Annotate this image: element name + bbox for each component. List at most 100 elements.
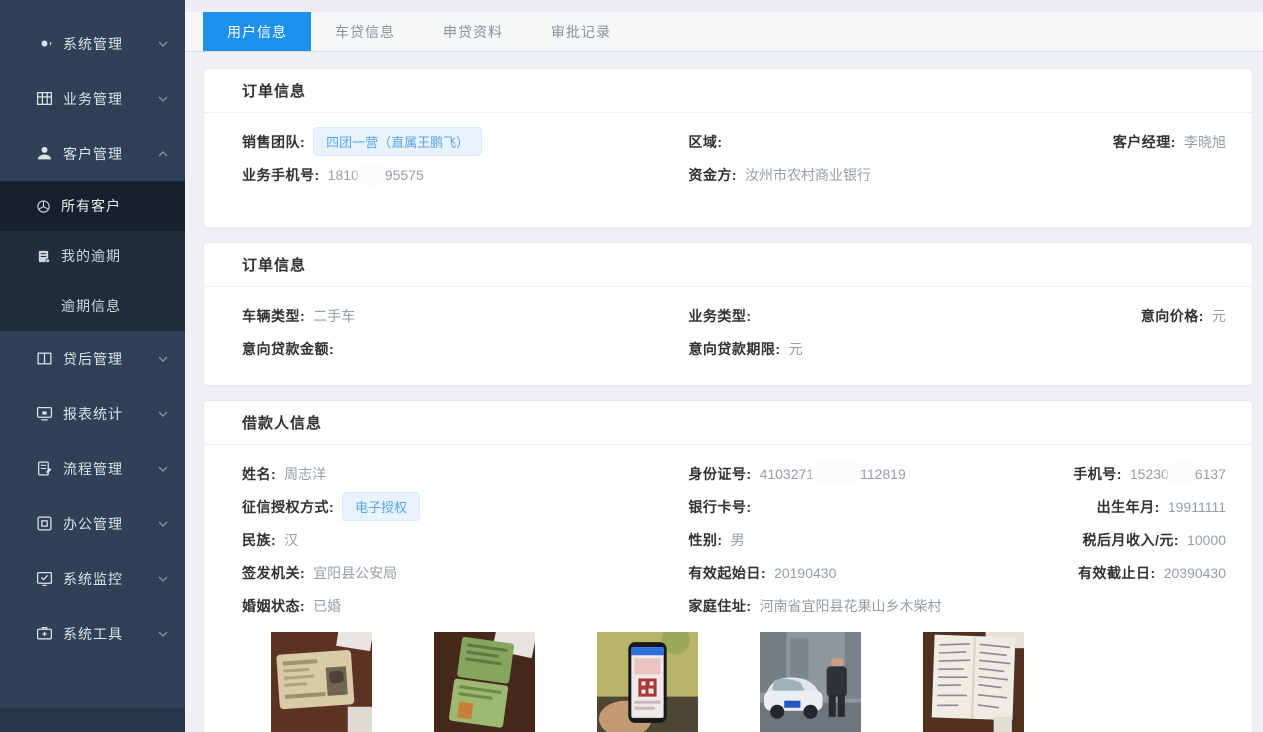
issuing-authority-label: 签发机关: <box>242 563 305 583</box>
monitor-check-icon <box>36 570 53 587</box>
photo-item: 征信授权 <box>597 632 698 732</box>
customer-manager-label: 客户经理: <box>1113 132 1176 152</box>
redaction-blur <box>816 466 858 481</box>
person-car-photo[interactable] <box>760 632 861 732</box>
id-number-label: 身份证号: <box>688 464 751 484</box>
birth-date-value: 19911111 <box>1168 499 1226 515</box>
pie-wheel-icon <box>36 199 51 214</box>
sidebar-item-label: 系统工具 <box>63 624 157 644</box>
sidebar-item-business-management[interactable]: 业务管理 <box>0 71 185 126</box>
handwritten-document-photo[interactable] <box>923 632 1024 732</box>
gear-icon <box>36 35 53 52</box>
order-info-card-2: 订单信息 车辆类型: 二手车 业务类型: 意向价格: 元 <box>203 242 1253 386</box>
nested-square-icon <box>36 515 53 532</box>
sidebar-item-label: 系统监控 <box>63 569 157 589</box>
chevron-up-icon <box>157 148 169 160</box>
birth-date-label: 出生年月: <box>1097 497 1160 517</box>
name-label: 姓名: <box>242 464 276 484</box>
user-icon <box>36 145 53 162</box>
id-card-photo[interactable] <box>271 632 372 732</box>
credit-auth-phone-photo[interactable] <box>597 632 698 732</box>
mobile-label: 手机号: <box>1073 464 1122 484</box>
chevron-down-icon <box>157 38 169 50</box>
sidebar-item-office-management[interactable]: 办公管理 <box>0 496 185 551</box>
mobile-value: 152306137 <box>1130 466 1226 482</box>
valid-from-label: 有效起始日: <box>688 563 766 583</box>
sidebar-item-all-customers[interactable]: 所有客户 <box>0 181 185 231</box>
intent-price-label: 意向价格: <box>1141 306 1204 326</box>
income-value: 10000 <box>1187 532 1226 548</box>
order-info-card-1: 订单信息 销售团队: 四团一营（直属王鹏飞） 区域: 客户经理: 李晓旭 <box>203 68 1253 228</box>
sidebar-item-label: 业务管理 <box>63 89 157 109</box>
vehicle-type-label: 车辆类型: <box>242 306 305 326</box>
card-title: 订单信息 <box>204 243 1252 287</box>
chevron-down-icon <box>157 408 169 420</box>
sidebar-item-label: 办公管理 <box>63 514 157 534</box>
home-address-label: 家庭住址: <box>688 596 751 616</box>
sidebar-item-system-tools[interactable]: 系统工具 <box>0 606 185 661</box>
sidebar-item-system-management[interactable]: 系统管理 <box>0 16 185 71</box>
photo-item: 驾驶证副页 <box>434 632 535 732</box>
sidebar-item-label: 系统管理 <box>63 34 157 54</box>
chevron-down-icon <box>157 518 169 530</box>
sidebar-item-system-monitor[interactable]: 系统监控 <box>0 551 185 606</box>
sidebar-item-label: 所有客户 <box>61 196 121 216</box>
sidebar-item-label: 流程管理 <box>63 459 157 479</box>
tab-approval-records[interactable]: 审批记录 <box>527 12 635 51</box>
credit-auth-chip: 电子授权 <box>342 492 420 521</box>
sidebar-item-overdue-info[interactable]: 逾期信息 <box>0 281 185 331</box>
sidebar-item-label: 客户管理 <box>63 144 157 164</box>
marital-status-value: 已婚 <box>313 596 341 616</box>
main-panel: 用户信息 车贷信息 申贷资料 审批记录 订单信息 销售团队: 四团一营（直属王鹏… <box>185 0 1263 732</box>
intent-price-value: 元 <box>1212 306 1226 326</box>
intent-loan-term-value: 元 <box>789 339 803 359</box>
content-area: 订单信息 销售团队: 四团一营（直属王鹏飞） 区域: 客户经理: 李晓旭 <box>185 52 1263 732</box>
business-phone-label: 业务手机号: <box>242 165 320 185</box>
tab-user-info[interactable]: 用户信息 <box>203 12 311 51</box>
sidebar-footer <box>0 708 185 732</box>
photo-item: 人车合影 <box>760 632 861 732</box>
sidebar-item-my-overdue[interactable]: 我的逾期 <box>0 231 185 281</box>
sales-team-chip[interactable]: 四团一营（直属王鹏飞） <box>313 127 482 156</box>
document-photos-row: 身份证 <box>242 632 1234 732</box>
notebook-icon <box>36 249 51 264</box>
sidebar-item-label: 报表统计 <box>63 404 157 424</box>
chevron-down-icon <box>157 353 169 365</box>
monitor-icon <box>36 405 53 422</box>
top-spacer <box>185 0 1263 12</box>
open-book-icon <box>36 350 53 367</box>
doc-edit-icon <box>36 460 53 477</box>
income-label: 税后月收入/元: <box>1082 530 1179 550</box>
redaction-blur <box>361 167 383 182</box>
toolbox-icon <box>36 625 53 642</box>
name-value: 周志洋 <box>284 464 326 484</box>
detail-tabbar: 用户信息 车贷信息 申贷资料 审批记录 <box>185 12 1263 52</box>
marital-status-label: 婚姻状态: <box>242 596 305 616</box>
chevron-down-icon <box>157 628 169 640</box>
valid-from-value: 20190430 <box>774 565 836 581</box>
sidebar-item-label: 贷后管理 <box>63 349 157 369</box>
intent-loan-term-label: 意向贷款期限: <box>688 339 780 359</box>
license-booklet-photo[interactable] <box>434 632 535 732</box>
business-phone-value: 181095575 <box>328 167 424 183</box>
photo-item: 其他材料 <box>923 632 1024 732</box>
bank-card-label: 银行卡号: <box>688 497 751 517</box>
vehicle-type-value: 二手车 <box>313 306 355 326</box>
grid-icon <box>36 90 53 107</box>
sales-team-label: 销售团队: <box>242 132 305 152</box>
sidebar-item-customer-management[interactable]: 客户管理 <box>0 126 185 181</box>
tab-loan-application-docs[interactable]: 申贷资料 <box>419 12 527 51</box>
ethnicity-label: 民族: <box>242 530 276 550</box>
sidebar-item-post-loan-management[interactable]: 贷后管理 <box>0 331 185 386</box>
customer-manager-value: 李晓旭 <box>1184 132 1226 152</box>
issuing-authority-value: 宜阳县公安局 <box>313 563 397 583</box>
sidebar-item-label: 我的逾期 <box>61 246 121 266</box>
home-address-value: 河南省宜阳县花果山乡木柴村 <box>760 596 942 616</box>
tab-car-loan-info[interactable]: 车贷信息 <box>311 12 419 51</box>
redaction-blur <box>1171 466 1193 481</box>
sidebar-item-process-management[interactable]: 流程管理 <box>0 441 185 496</box>
valid-to-value: 20390430 <box>1164 565 1226 581</box>
gender-label: 性别: <box>688 530 722 550</box>
sidebar-item-report-statistics[interactable]: 报表统计 <box>0 386 185 441</box>
credit-auth-label: 征信授权方式: <box>242 497 334 517</box>
